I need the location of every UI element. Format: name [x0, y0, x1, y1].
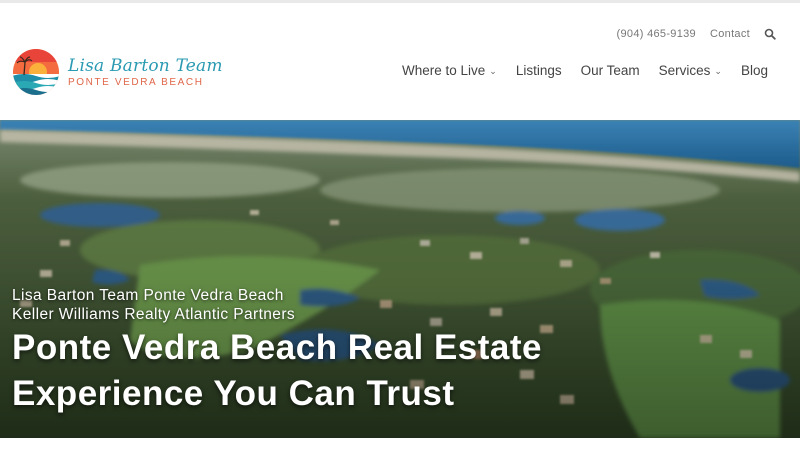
- nav-item-label: Listings: [515, 63, 562, 78]
- hero-subtitle-line1: Lisa Barton Team Ponte Vedra Beach: [12, 287, 284, 304]
- logo-name: Lisa Barton Team: [68, 55, 223, 76]
- nav-item-services[interactable]: Services ⌄: [659, 63, 722, 78]
- beach-sunset-logo-icon: [13, 49, 59, 95]
- utility-bar: (904) 465-9139 Contact: [617, 28, 776, 40]
- phone-link[interactable]: (904) 465-9139: [617, 28, 696, 40]
- nav-item-blog[interactable]: Blog: [741, 63, 768, 78]
- hero-headline-line2: Experience You Can Trust: [12, 374, 455, 413]
- nav-item-label: Blog: [740, 63, 768, 78]
- nav-item-where-to-live[interactable]: Where to Live ⌄: [402, 63, 497, 78]
- nav-item-label: Our Team: [580, 63, 640, 78]
- search-icon[interactable]: [764, 28, 776, 40]
- nav-item-label: Services: [658, 63, 711, 78]
- chevron-down-icon: ⌄: [489, 66, 497, 76]
- chevron-down-icon: ⌄: [714, 66, 722, 76]
- logo-place: PONTE VEDRA BEACH: [68, 76, 204, 88]
- hero-subtitle-line2: Keller Williams Realty Atlantic Partners: [12, 306, 296, 323]
- main-nav: Where to Live ⌄ Listings Our Team Servic…: [402, 63, 768, 78]
- site-logo[interactable]: Lisa Barton Team PONTE VEDRA BEACH: [12, 48, 223, 96]
- hero-headline-line1: Ponte Vedra Beach Real Estate: [12, 328, 542, 367]
- hero-banner: Lisa Barton Team Ponte Vedra Beach Kelle…: [0, 120, 800, 438]
- nav-item-listings[interactable]: Listings: [516, 63, 562, 78]
- nav-item-label: Where to Live: [402, 63, 486, 78]
- site-header: (904) 465-9139 Contact Lisa Barton Team …: [0, 3, 800, 120]
- nav-item-our-team[interactable]: Our Team: [581, 63, 640, 78]
- page-bottom-strip: [0, 438, 800, 450]
- contact-link[interactable]: Contact: [710, 28, 750, 40]
